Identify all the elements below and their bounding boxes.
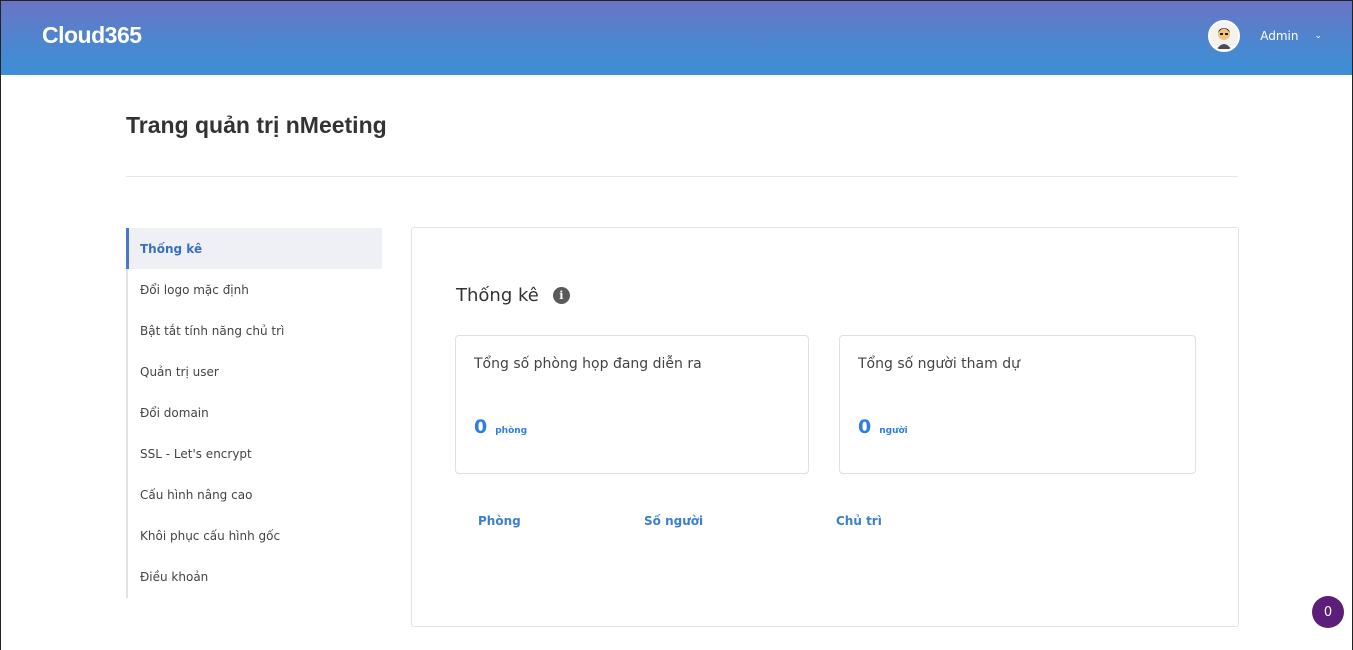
user-name[interactable]: Admin	[1260, 29, 1298, 43]
sidebar-item-label: Bật tắt tính năng chủ trì	[140, 323, 285, 338]
sidebar-item-label: Khôi phục cấu hình gốc	[140, 528, 281, 543]
sidebar-item-label: Cấu hình nâng cao	[140, 487, 253, 502]
column-header-room[interactable]: Phòng	[478, 514, 521, 528]
column-header-participants[interactable]: Số người	[644, 514, 703, 528]
sidebar-item-user-management[interactable]: Quản trị user	[128, 351, 382, 392]
sidebar-item-label: Đổi domain	[140, 405, 209, 420]
user-menu[interactable]: Admin ⌄	[1208, 20, 1322, 52]
card-label: Tổng số phòng họp đang diễn ra	[474, 356, 702, 372]
sidebar-item-label: Thống kê	[140, 241, 203, 256]
card-number: 0	[474, 416, 488, 438]
statistics-panel: Thống kê i Tổng số phòng họp đang diễn r…	[411, 227, 1239, 627]
sidebar-item-label: SSL - Let's encrypt	[140, 446, 252, 461]
sidebar-item-terms[interactable]: Điều khoản	[128, 556, 382, 597]
active-rooms-card: Tổng số phòng họp đang diễn ra 0 phòng	[455, 335, 809, 474]
admin-sidebar: Thống kê Đổi logo mặc định Bật tắt tính …	[126, 228, 382, 598]
sidebar-item-restore-defaults[interactable]: Khôi phục cấu hình gốc	[128, 515, 382, 556]
card-number: 0	[858, 416, 872, 438]
statistics-title: Thống kê i	[456, 285, 570, 306]
brand-logo[interactable]: Cloud365	[42, 22, 142, 49]
participants-card: Tổng số người tham dự 0 người	[839, 335, 1196, 474]
statistics-title-text: Thống kê	[456, 285, 539, 306]
chevron-down-icon[interactable]: ⌄	[1314, 31, 1322, 41]
column-header-host[interactable]: Chủ trì	[836, 514, 882, 528]
user-avatar-icon[interactable]	[1208, 20, 1241, 52]
card-value: 0 phòng	[474, 416, 527, 438]
card-value: 0 người	[858, 416, 908, 438]
page-title: Trang quản trị nMeeting	[126, 112, 387, 138]
sidebar-item-ssl[interactable]: SSL - Let's encrypt	[128, 433, 382, 474]
sidebar-item-advanced-config[interactable]: Cấu hình nâng cao	[128, 474, 382, 515]
sidebar-item-statistics[interactable]: Thống kê	[126, 228, 382, 269]
sidebar-item-change-logo[interactable]: Đổi logo mặc định	[128, 269, 382, 310]
sidebar-item-label: Điều khoản	[140, 569, 209, 584]
card-label: Tổng số người tham dự	[858, 356, 1020, 372]
card-unit: người	[879, 426, 908, 436]
sidebar-item-host-feature-toggle[interactable]: Bật tắt tính năng chủ trì	[128, 310, 382, 351]
sidebar-item-label: Quản trị user	[140, 364, 219, 379]
card-unit: phòng	[495, 426, 528, 436]
top-navbar: Cloud365 Admin ⌄	[1, 1, 1352, 75]
info-icon[interactable]: i	[552, 287, 570, 304]
header-divider	[126, 176, 1238, 177]
sidebar-item-label: Đổi logo mặc định	[140, 282, 249, 297]
sidebar-item-change-domain[interactable]: Đổi domain	[128, 392, 382, 433]
notification-badge[interactable]: 0	[1312, 596, 1344, 628]
